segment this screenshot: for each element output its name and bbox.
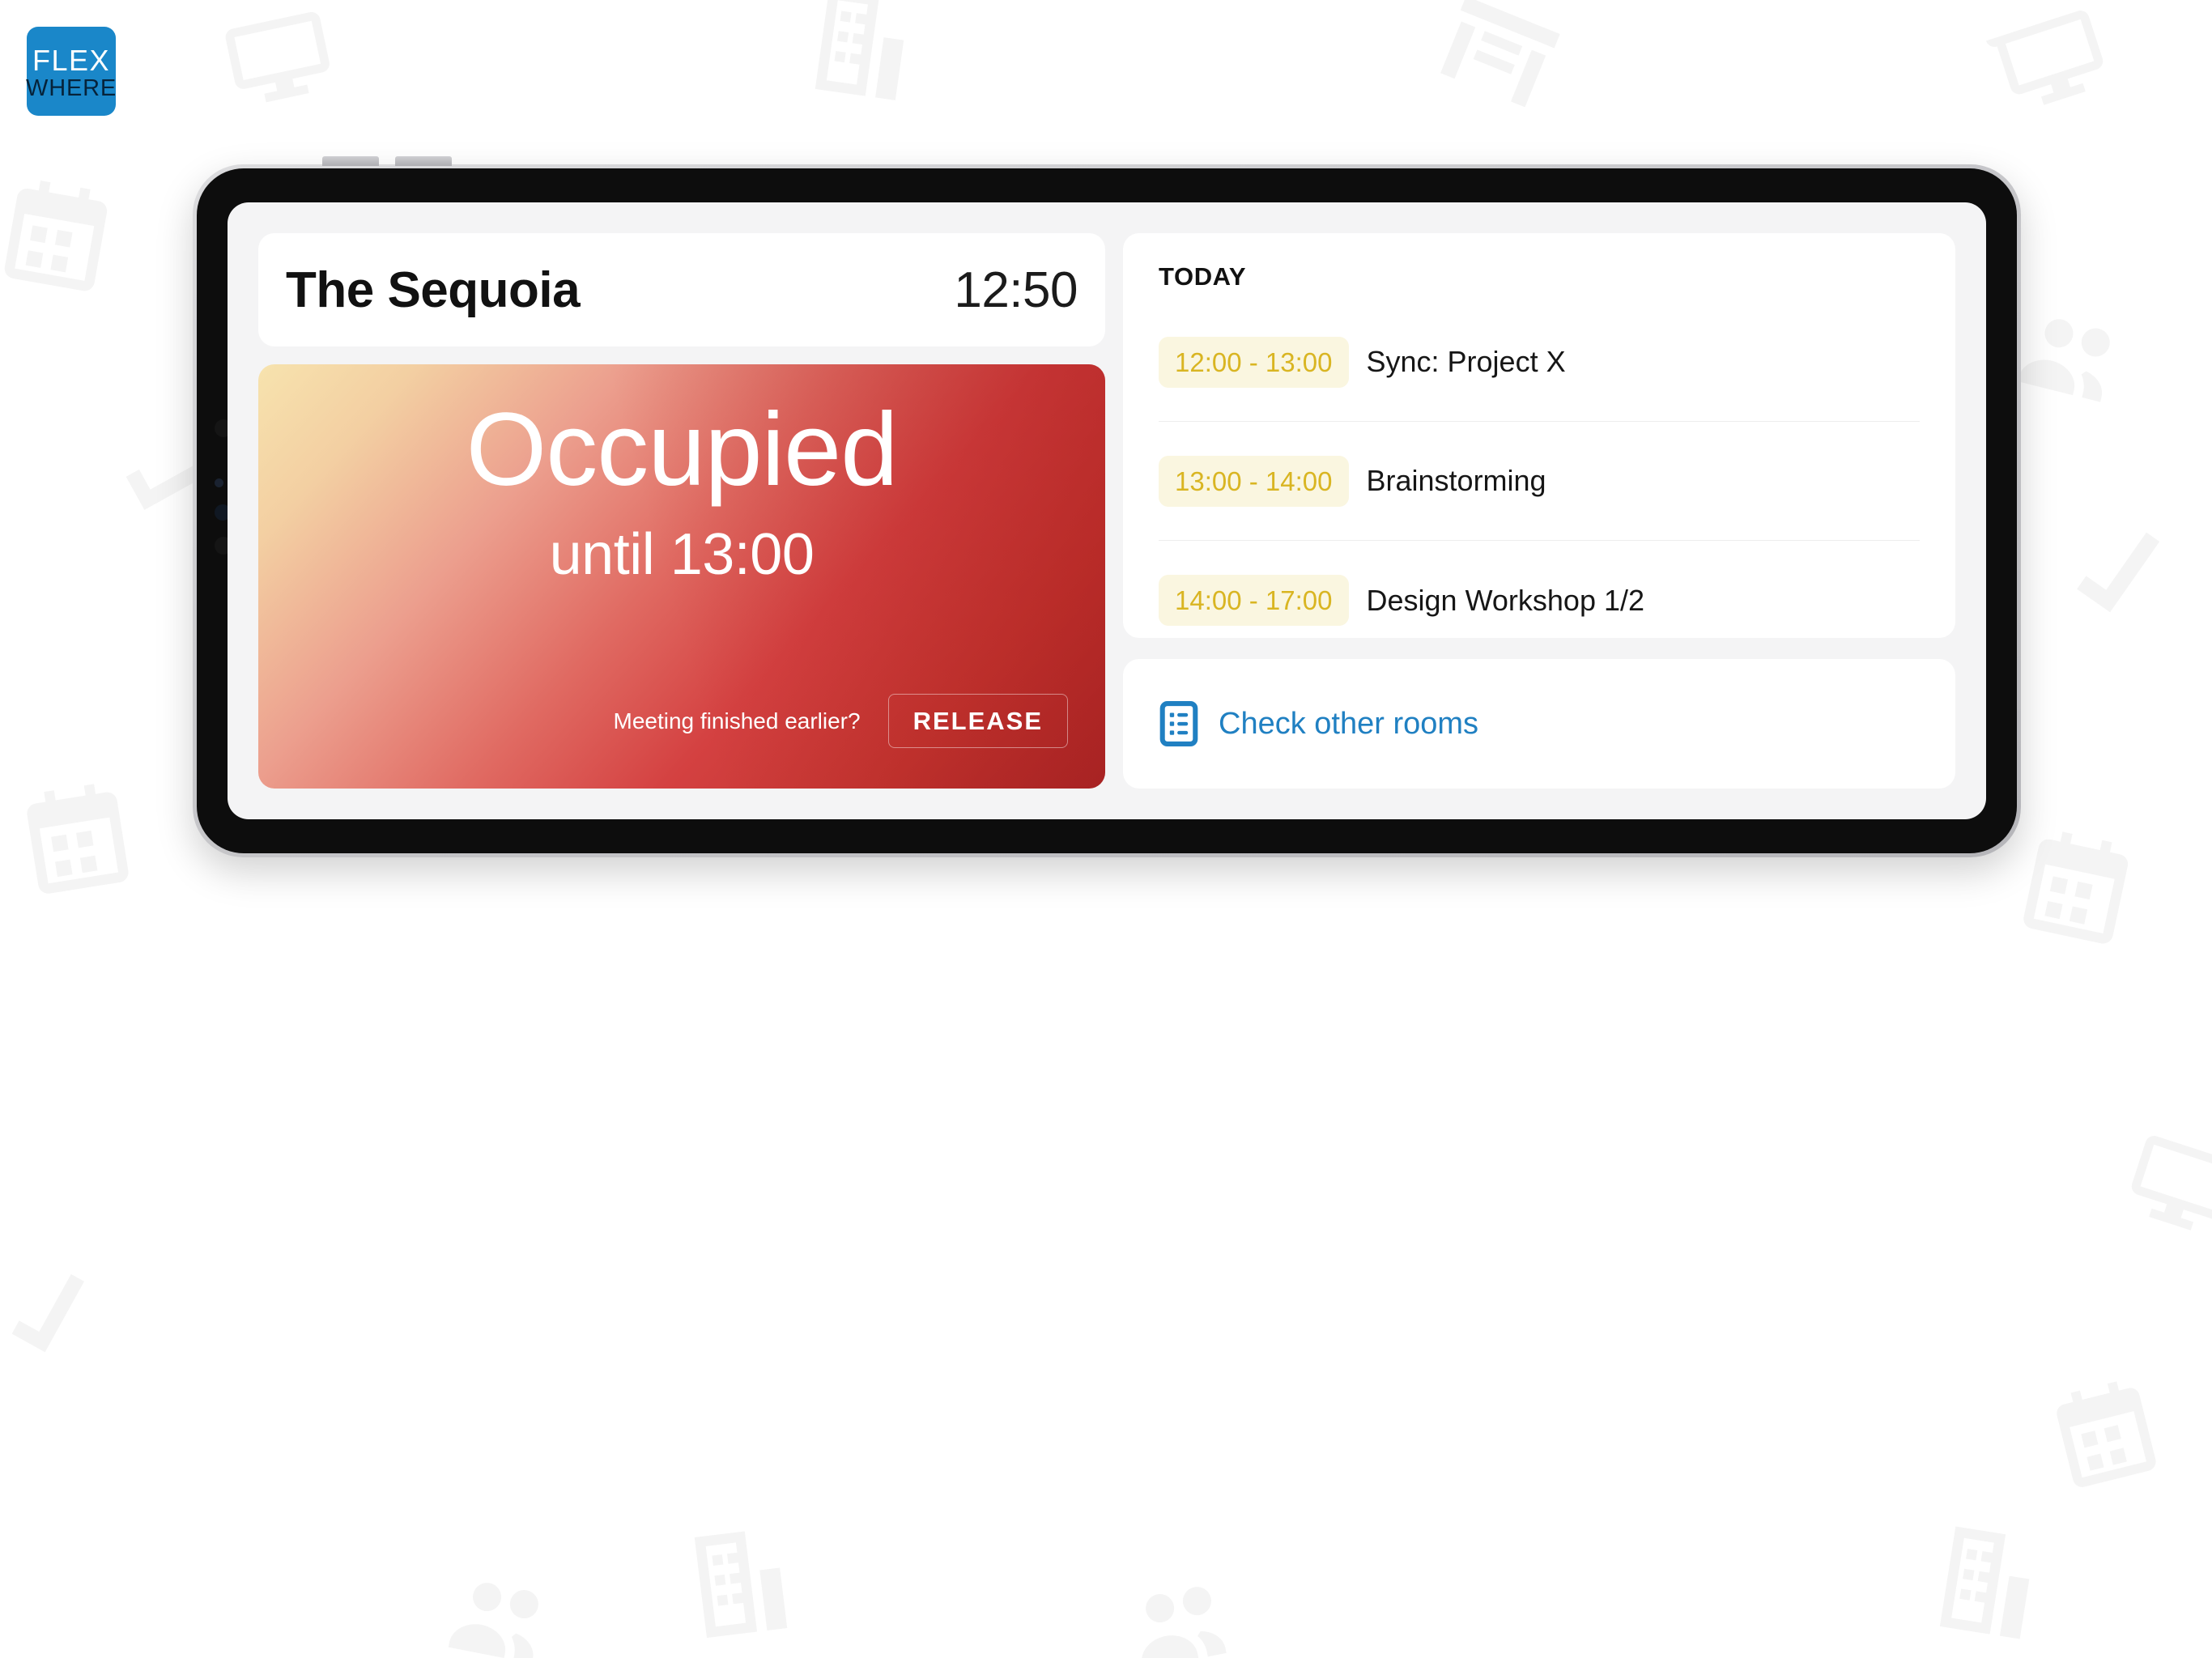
- calendar-watermark-icon: [0, 164, 127, 305]
- calendar-watermark-icon: [2036, 1364, 2174, 1502]
- status-center: Occupied until 13:00: [258, 364, 1105, 694]
- list-item[interactable]: 12:00 - 13:00 Sync: Project X: [1159, 303, 1920, 422]
- volume-down-button[interactable]: [395, 156, 452, 166]
- event-time-badge: 14:00 - 17:00: [1159, 575, 1349, 626]
- logo-text-flex: FLEX: [32, 43, 111, 77]
- event-name: Brainstorming: [1366, 464, 1546, 497]
- desk-watermark-icon: [1415, 0, 1581, 134]
- check-watermark-icon: [2038, 507, 2204, 660]
- monitor-watermark-icon: [209, 0, 350, 123]
- building-watermark-icon: [1918, 1513, 2057, 1652]
- event-name: Design Workshop 1/2: [1366, 583, 1645, 617]
- event-name: Sync: Project X: [1366, 345, 1566, 378]
- agenda-card: TODAY 12:00 - 13:00 Sync: Project X 13:0…: [1123, 233, 1955, 638]
- logo-text-where: WHERE: [26, 74, 117, 101]
- status-footer: Meeting finished earlier? RELEASE: [258, 694, 1105, 789]
- list-document-icon: [1159, 701, 1199, 746]
- room-header-card: The Sequoia 12:50: [258, 233, 1105, 346]
- people-watermark-icon: [428, 1551, 576, 1658]
- agenda-list: 12:00 - 13:00 Sync: Project X 13:00 - 14…: [1159, 303, 1920, 638]
- page-root: FLEX WHERE The Sequoia 12:50 Occupied un…: [0, 0, 2212, 1658]
- check-other-rooms-label: Check other rooms: [1219, 706, 1479, 741]
- people-watermark-icon: [1108, 1555, 1257, 1658]
- left-column: The Sequoia 12:50 Occupied until 13:00 M…: [258, 233, 1105, 789]
- list-item[interactable]: 14:00 - 17:00 Design Workshop 1/2: [1159, 541, 1920, 638]
- flexwhere-logo: FLEX WHERE: [26, 27, 117, 116]
- building-watermark-icon: [673, 1515, 808, 1650]
- building-watermark-icon: [793, 0, 930, 113]
- right-column: TODAY 12:00 - 13:00 Sync: Project X 13:0…: [1123, 233, 1955, 789]
- tablet-screen: The Sequoia 12:50 Occupied until 13:00 M…: [228, 202, 1986, 819]
- room-name: The Sequoia: [286, 261, 581, 318]
- check-watermark-icon: [0, 1246, 135, 1401]
- agenda-title: TODAY: [1159, 262, 1247, 291]
- calendar-watermark-icon: [7, 768, 147, 908]
- event-time-badge: 13:00 - 14:00: [1159, 455, 1349, 507]
- volume-up-button[interactable]: [322, 156, 379, 166]
- calendar-watermark-icon: [2005, 814, 2149, 959]
- status-state: Occupied: [466, 391, 899, 508]
- event-time-badge: 12:00 - 13:00: [1159, 336, 1349, 388]
- current-time: 12:50: [954, 261, 1078, 318]
- list-item[interactable]: 13:00 - 14:00 Brainstorming: [1159, 422, 1920, 541]
- monitor-watermark-icon: [1979, 0, 2127, 130]
- check-other-rooms-button[interactable]: Check other rooms: [1123, 659, 1955, 789]
- tablet-device: The Sequoia 12:50 Occupied until 13:00 M…: [193, 156, 2021, 857]
- release-button[interactable]: RELEASE: [887, 694, 1068, 748]
- monitor-watermark-icon: [2108, 1117, 2212, 1255]
- room-display-app: The Sequoia 12:50 Occupied until 13:00 M…: [228, 202, 1986, 819]
- ambient-light-sensor: [215, 478, 223, 487]
- status-until: until 13:00: [549, 521, 815, 587]
- release-hint: Meeting finished earlier?: [613, 708, 861, 733]
- room-status-card: Occupied until 13:00 Meeting finished ea…: [258, 364, 1105, 789]
- tablet-bezel: The Sequoia 12:50 Occupied until 13:00 M…: [197, 168, 2017, 853]
